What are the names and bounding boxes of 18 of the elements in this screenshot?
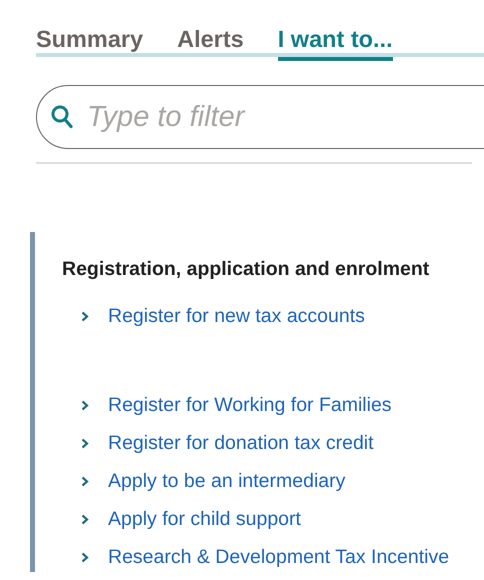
tab[interactable]: Summary [36, 26, 144, 61]
search-icon [51, 105, 73, 129]
chevron-icon [81, 438, 89, 448]
link[interactable]: Register for new tax accounts [108, 304, 365, 328]
link[interactable]: Register for Working for Families [108, 394, 392, 416]
chevron-icon [81, 310, 89, 322]
link[interactable]: Register for donation tax credit [108, 432, 374, 454]
chevron-icon [81, 514, 89, 524]
section-heading: Registration, application and enrolment [62, 258, 430, 281]
link[interactable]: Apply for child support [108, 508, 301, 530]
tab[interactable]: I want to... [278, 26, 393, 61]
tab[interactable]: Alerts [177, 26, 244, 61]
chevron-icon [81, 476, 89, 486]
chevron-icon [81, 552, 89, 562]
search-field[interactable]: Type to filter [36, 85, 484, 149]
chevron-icon [81, 400, 89, 410]
link[interactable]: Research & Development Tax Incentive [108, 546, 450, 568]
link[interactable]: Apply to be an intermediary [108, 470, 346, 492]
